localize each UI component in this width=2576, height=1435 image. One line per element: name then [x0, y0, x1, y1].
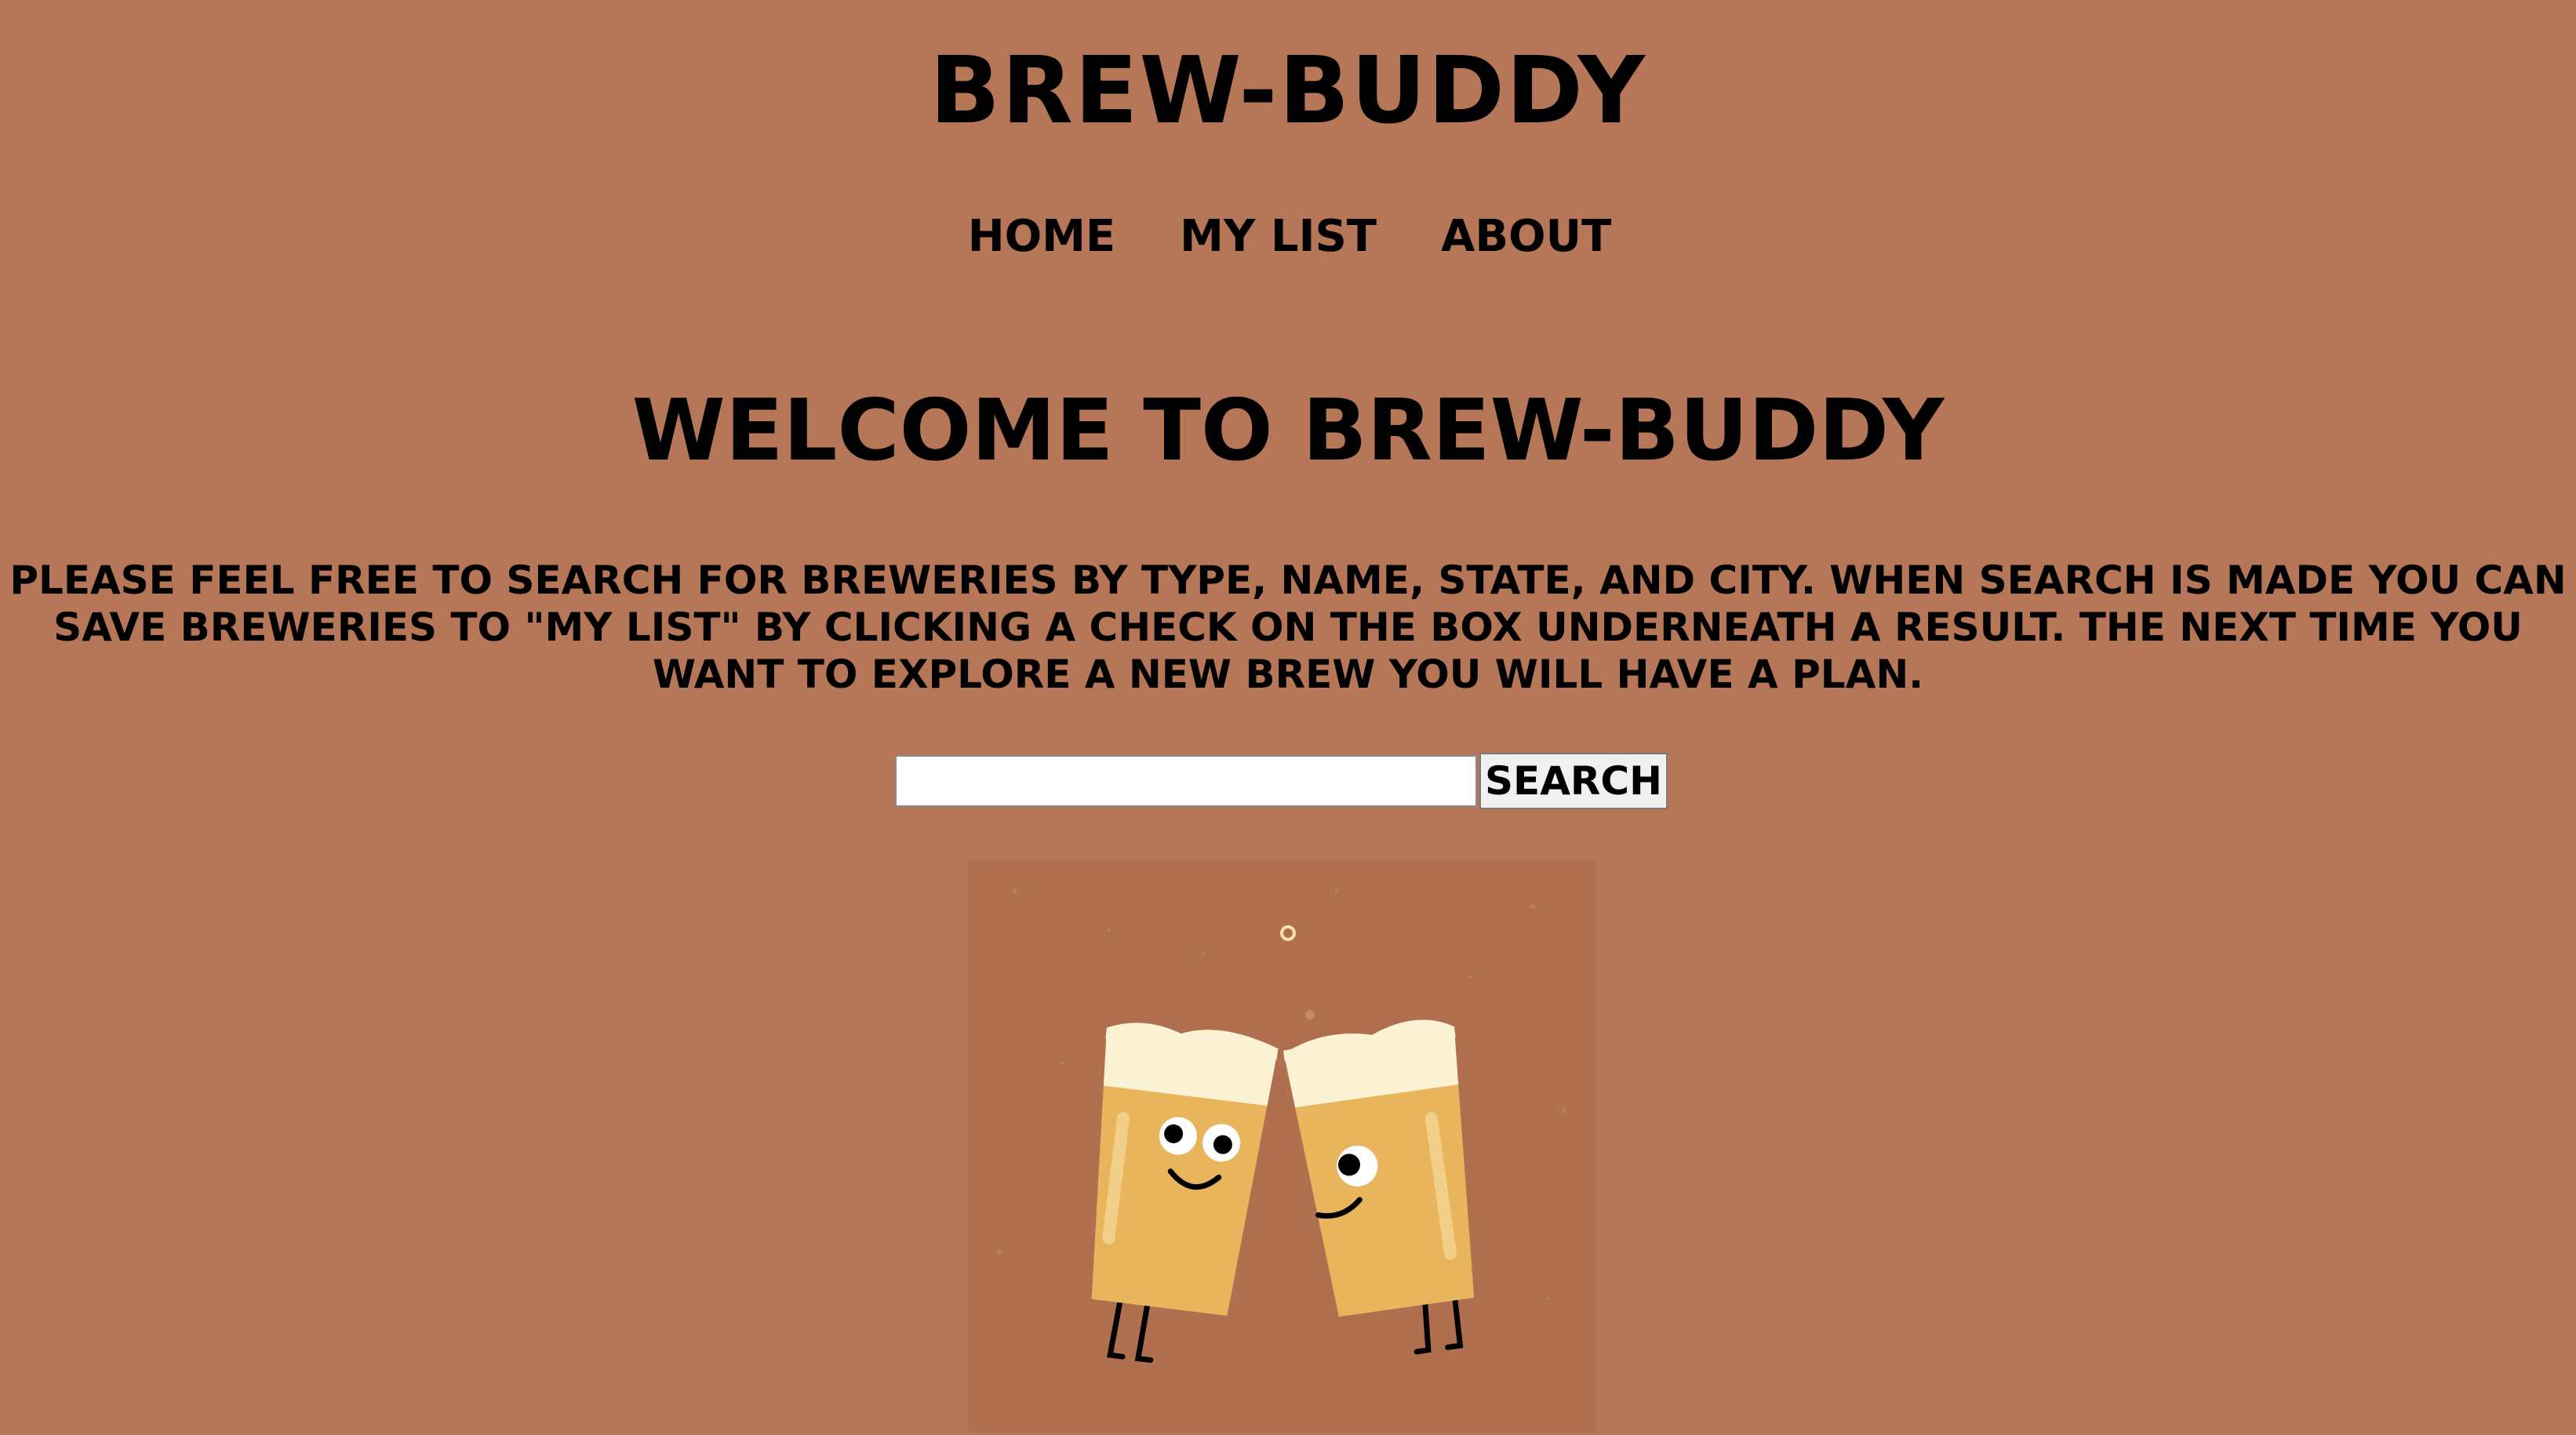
nav-home[interactable]: Home [965, 205, 1115, 268]
main-nav: Home My List About [0, 205, 2576, 268]
beer-mugs-illustration [968, 859, 1595, 1432]
search-form: Search [895, 753, 1668, 809]
welcome-heading: Welcome to Brew-Buddy [631, 382, 1945, 480]
search-input[interactable] [895, 755, 1477, 807]
search-button[interactable]: Search [1479, 753, 1668, 809]
intro-text: Please feel free to search for breweries… [9, 558, 2567, 697]
site-title: Brew-Buddy [930, 36, 1646, 144]
nav-about[interactable]: About [1438, 205, 1611, 268]
nav-my-list[interactable]: My List [1177, 205, 1377, 268]
